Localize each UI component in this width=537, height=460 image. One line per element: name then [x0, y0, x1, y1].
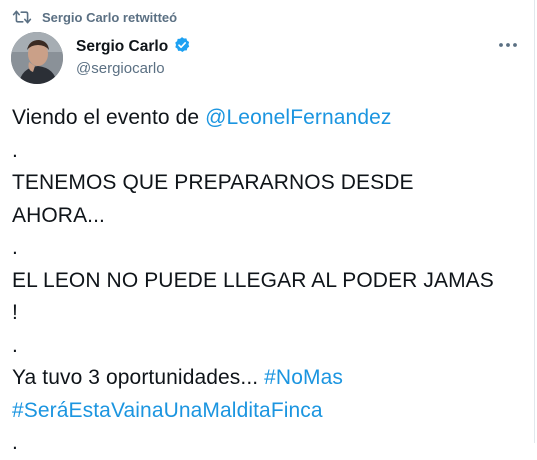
tweet-text-segment: Viendo el evento de	[12, 106, 206, 129]
tweet-line: .	[12, 431, 18, 454]
tweet-line: .	[12, 138, 18, 162]
mention-link[interactable]: @LeonelFernandez	[205, 106, 391, 129]
author-name[interactable]: Sergio Carlo	[76, 38, 168, 56]
tweet-text: Viendo el evento de @LeonelFernandez . T…	[12, 102, 522, 460]
tweet-line: !	[12, 301, 18, 324]
retweet-context[interactable]: Sergio Carlo retwitteó	[12, 7, 177, 27]
tweet-line: Viendo el evento de @LeonelFernandez	[12, 102, 522, 135]
tweet-line: TENEMOS QUE PREPARARNOS DESDE	[12, 171, 414, 194]
avatar[interactable]	[11, 32, 63, 84]
tweet-line: EL LEON NO PUEDE LLEGAR AL PODER JAMAS	[12, 268, 494, 292]
tweet-line: AHORA...	[12, 203, 105, 227]
tweet-line: Ya tuvo 3 oportunidades... #NoMas	[12, 362, 522, 395]
verified-badge-icon	[173, 36, 191, 59]
author-handle[interactable]: @sergiocarlo	[76, 60, 191, 77]
retweet-icon	[12, 9, 32, 25]
author-block[interactable]: Sergio Carlo @sergiocarlo	[76, 36, 191, 77]
hashtag-link[interactable]: #SeráEstaVainaUnaMalditaFinca	[12, 399, 323, 422]
retweet-label[interactable]: Sergio Carlo retwitteó	[42, 10, 177, 25]
tweet-line: .	[12, 236, 18, 259]
tweet-card[interactable]: Sergio Carlo retwitteó Sergio Carlo @ser…	[0, 0, 535, 454]
more-options-icon[interactable]	[496, 36, 520, 54]
tweet-line: #SeráEstaVainaUnaMalditaFinca	[12, 395, 522, 428]
tweet-text-segment: Ya tuvo 3 oportunidades...	[12, 366, 265, 389]
tweet-line: .	[12, 333, 18, 357]
hashtag-link[interactable]: #NoMas	[264, 366, 343, 389]
